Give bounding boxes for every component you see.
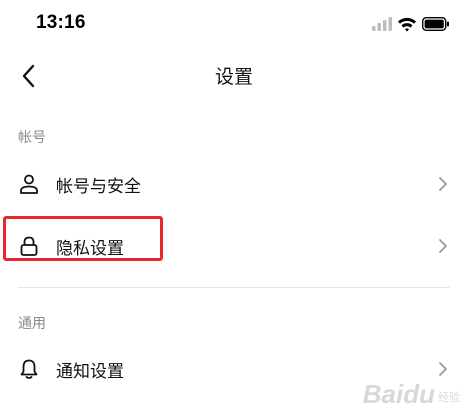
status-time: 13:16 <box>36 12 86 33</box>
row-label-notification-settings: 通知设置 <box>56 362 124 382</box>
status-bar: 13:16 <box>0 0 468 50</box>
bell-icon <box>20 359 38 379</box>
status-icons <box>372 16 449 32</box>
person-icon <box>20 174 38 194</box>
wifi-icon <box>398 17 416 32</box>
row-account-security[interactable]: 帐号与安全 <box>0 158 468 210</box>
chevron-right-icon <box>439 177 447 191</box>
watermark-sub: 经验 <box>438 392 460 404</box>
section-header-account: 帐号 <box>18 130 46 146</box>
nav-bar: 设置 <box>0 52 468 100</box>
section-header-general: 通用 <box>18 316 46 332</box>
battery-icon <box>421 16 449 32</box>
chevron-right-icon <box>439 239 447 253</box>
chevron-right-icon <box>439 362 447 376</box>
baidu-watermark: Baidu 经验 <box>363 381 460 407</box>
highlight-annotation-box <box>3 216 163 261</box>
row-label-account-security: 帐号与安全 <box>56 177 141 197</box>
page-title: 设置 <box>214 66 253 88</box>
section-divider <box>18 287 450 288</box>
cellular-signal-icon <box>372 17 392 31</box>
watermark-text: Baidu <box>362 379 435 409</box>
